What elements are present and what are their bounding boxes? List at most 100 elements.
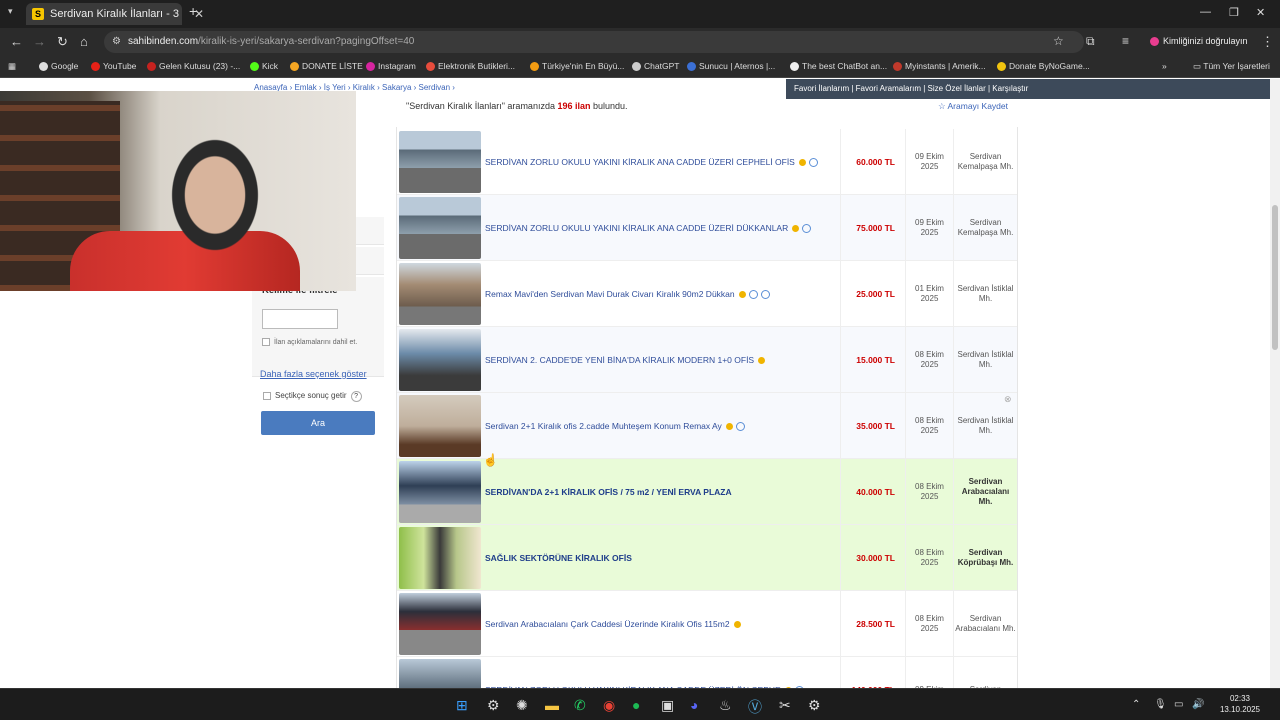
listing-title[interactable]: Remax Mavi'den Serdivan Mavi Durak Civar… (485, 261, 845, 327)
help-icon[interactable]: ? (350, 391, 362, 402)
listing-title-text[interactable]: Serdivan 2+1 Kiralık ofis 2.cadde Muhteş… (485, 421, 722, 431)
listing-row[interactable]: SERDİVAN ZORLU OKULU YAKINI KİRALIK ANA … (397, 129, 1017, 195)
listing-title-text[interactable]: Remax Mavi'den Serdivan Mavi Durak Civar… (485, 289, 735, 299)
keyword-input[interactable] (262, 309, 338, 329)
forward-icon[interactable]: → (33, 34, 46, 49)
all-bookmarks-folder[interactable]: ▭ Tüm Yer İşaretleri (1193, 61, 1270, 72)
vertical-scrollbar[interactable] (1270, 79, 1280, 688)
listing-title[interactable]: SERDİVAN 2. CADDE'DE YENİ BİNA'DA KİRALI… (485, 327, 845, 393)
tray-expand-icon[interactable]: ⌃ (1132, 699, 1140, 710)
listing-thumbnail[interactable] (399, 527, 481, 589)
network-icon[interactable]: ▭ (1174, 699, 1183, 710)
back-icon[interactable]: ← (10, 34, 23, 49)
listing-row[interactable]: Serdivan Arabacıalanı Çark Caddesi Üzeri… (397, 591, 1017, 657)
address-bar[interactable]: ⚙ sahibinden.com/kiralik-is-yeri/sakarya… (104, 31, 1084, 53)
spotify-icon[interactable]: ● (632, 697, 640, 713)
bookmark-item[interactable]: The best ChatBot an... (790, 61, 887, 72)
listing-title-text[interactable]: Serdivan Arabacıalanı Çark Caddesi Üzeri… (485, 619, 730, 629)
user-menu-bar[interactable]: Favori İlanlarım | Favori Aramalarım | S… (786, 79, 1270, 99)
bookmark-item[interactable]: Elektronik Butikleri... (426, 61, 515, 72)
save-search-link[interactable]: ☆ Aramayı Kaydet (938, 101, 1008, 112)
listing-thumbnail[interactable] (399, 263, 481, 325)
bookmark-item[interactable]: Gelen Kutusu (23) -... (147, 61, 240, 72)
apps-grid-icon[interactable]: ▦ (8, 61, 16, 72)
volume-icon[interactable]: 🔊 (1192, 699, 1204, 710)
listing-thumbnail[interactable] (399, 593, 481, 655)
extensions-icon[interactable]: ⧉ (1086, 34, 1095, 49)
discord-icon[interactable]: ◕ (690, 697, 698, 713)
bookmark-item[interactable]: YouTube (91, 61, 136, 72)
listing-row[interactable]: Serdivan 2+1 Kiralık ofis 2.cadde Muhteş… (397, 393, 1017, 459)
listing-thumbnail[interactable] (399, 659, 481, 688)
checkbox[interactable] (263, 391, 271, 400)
steam-icon[interactable]: ♨ (719, 697, 732, 714)
bookmark-item[interactable]: Donate ByNoGame... (997, 61, 1090, 72)
settings-gear-icon[interactable]: ⚙ (487, 697, 500, 714)
obs-icon[interactable]: ▣ (661, 697, 674, 714)
listing-title[interactable]: Serdivan 2+1 Kiralık ofis 2.cadde Muhteş… (485, 393, 845, 459)
listing-thumbnail[interactable] (399, 197, 481, 259)
bookmark-item[interactable]: Kick (250, 61, 278, 72)
bookmark-item[interactable]: Myinstants | Amerik... (893, 61, 986, 72)
minimize-icon[interactable]: — (1200, 6, 1211, 18)
listing-thumbnail[interactable] (399, 329, 481, 391)
bookmark-item[interactable]: ChatGPT (632, 61, 679, 72)
listing-title-text[interactable]: SERDİVAN ZORLU OKULU YAKINI KİRALIK ANA … (485, 157, 795, 167)
listing-title-text[interactable]: SERDİVAN ZORLU OKULU YAKINI KİRALIK ANA … (485, 223, 788, 233)
new-tab-icon[interactable]: + (189, 3, 197, 19)
listing-title[interactable]: SERDİVAN ZORLU OKULU YAKINI KİRALIK ANA … (485, 657, 845, 688)
more-bookmarks-icon[interactable]: » (1162, 61, 1167, 71)
ad-close-icon[interactable]: ⊗ (1004, 394, 1012, 405)
close-window-icon[interactable]: ✕ (1256, 6, 1265, 19)
reload-icon[interactable]: ↻ (57, 34, 68, 50)
bookmark-item[interactable]: Türkiye'nin En Büyü... (530, 61, 624, 72)
restore-icon[interactable]: ❐ (1229, 6, 1239, 19)
listing-row[interactable]: SERDİVAN 2. CADDE'DE YENİ BİNA'DA KİRALI… (397, 327, 1017, 393)
listing-row[interactable]: SAĞLIK SEKTÖRÜNE KİRALIK OFİS 30.000 TL 08… (397, 525, 1017, 591)
file-explorer-icon[interactable]: ▬ (545, 697, 559, 713)
bookmark-item[interactable]: Instagram (366, 61, 416, 72)
listing-title[interactable]: SAĞLIK SEKTÖRÜNE KİRALIK OFİS (485, 525, 845, 591)
listing-row[interactable]: SERDİVAN ZORLU OKULU YAKINI KİRALIK ANA … (397, 195, 1017, 261)
listing-title[interactable]: SERDİVAN'DA 2+1 KİRALIK OFİS / 75 m2 / Y… (485, 459, 845, 525)
whatsapp-icon[interactable]: ✆ (574, 697, 586, 714)
home-icon[interactable]: ⌂ (80, 34, 88, 49)
bookmark-item[interactable]: Sunucu | Aternos |... (687, 61, 775, 72)
more-options-link[interactable]: Daha fazla seçenek göster (260, 369, 367, 379)
bookmark-star-icon[interactable]: ☆ (1053, 34, 1064, 48)
app-icon[interactable]: Ⓥ (748, 697, 762, 717)
checkbox[interactable] (262, 338, 270, 346)
select-result-checkbox[interactable]: Seçtikçe sonuç getir? (263, 391, 362, 402)
listing-title-text[interactable]: SAĞLIK SEKTÖRÜNE KİRALIK OFİS (485, 553, 632, 563)
scrollbar-thumb[interactable] (1272, 205, 1278, 350)
listing-thumbnail[interactable] (399, 461, 481, 523)
listing-title-text[interactable]: SERDİVAN'DA 2+1 KİRALIK OFİS / 75 m2 / Y… (485, 487, 732, 497)
taskbar-clock[interactable]: 02:33 13.10.2025 (1210, 693, 1270, 715)
listing-title[interactable]: Serdivan Arabacıalanı Çark Caddesi Üzeri… (485, 591, 845, 657)
gear-app-icon[interactable]: ⚙ (808, 697, 821, 714)
bookmark-item[interactable]: Google (39, 61, 78, 72)
profile-button[interactable]: Kimliğinizi doğrulayın (1150, 36, 1248, 47)
listing-title[interactable]: SERDİVAN ZORLU OKULU YAKINI KİRALIK ANA … (485, 195, 845, 261)
listing-thumbnail[interactable] (399, 131, 481, 193)
include-description-checkbox[interactable]: İlan açıklamalarını dahil et. (262, 338, 357, 346)
listing-title[interactable]: SERDİVAN ZORLU OKULU YAKINI KİRALIK ANA … (485, 129, 845, 195)
chrome-icon[interactable]: ◉ (603, 697, 615, 714)
listing-title-text[interactable]: SERDİVAN 2. CADDE'DE YENİ BİNA'DA KİRALI… (485, 355, 754, 365)
listing-row[interactable]: SERDİVAN'DA 2+1 KİRALIK OFİS / 75 m2 / Y… (397, 459, 1017, 525)
listing-row[interactable]: Remax Mavi'den Serdivan Mavi Durak Civar… (397, 261, 1017, 327)
browser-tab[interactable]: S Serdivan Kiralık İlanları - 3 ✕ (26, 3, 204, 25)
site-info-icon[interactable]: ⚙ (112, 31, 121, 53)
media-icon[interactable]: ≡ (1122, 34, 1129, 48)
capcut-icon[interactable]: ✂ (779, 697, 791, 714)
chatgpt-app-icon[interactable]: ✺ (516, 697, 528, 714)
tab-list-icon[interactable]: ▾ (8, 6, 13, 17)
search-button[interactable]: Ara (261, 411, 375, 435)
listing-thumbnail[interactable] (399, 395, 481, 457)
column-separator (840, 459, 841, 525)
bookmark-item[interactable]: DONATE LİSTE (290, 61, 363, 72)
menu-kebab-icon[interactable]: ⋮ (1261, 34, 1274, 50)
windows-start-icon[interactable]: ⊞ (456, 697, 468, 714)
mic-icon[interactable]: 🎙 (1154, 699, 1167, 710)
listing-row[interactable]: SERDİVAN ZORLU OKULU YAKINI KİRALIK ANA … (397, 657, 1017, 688)
